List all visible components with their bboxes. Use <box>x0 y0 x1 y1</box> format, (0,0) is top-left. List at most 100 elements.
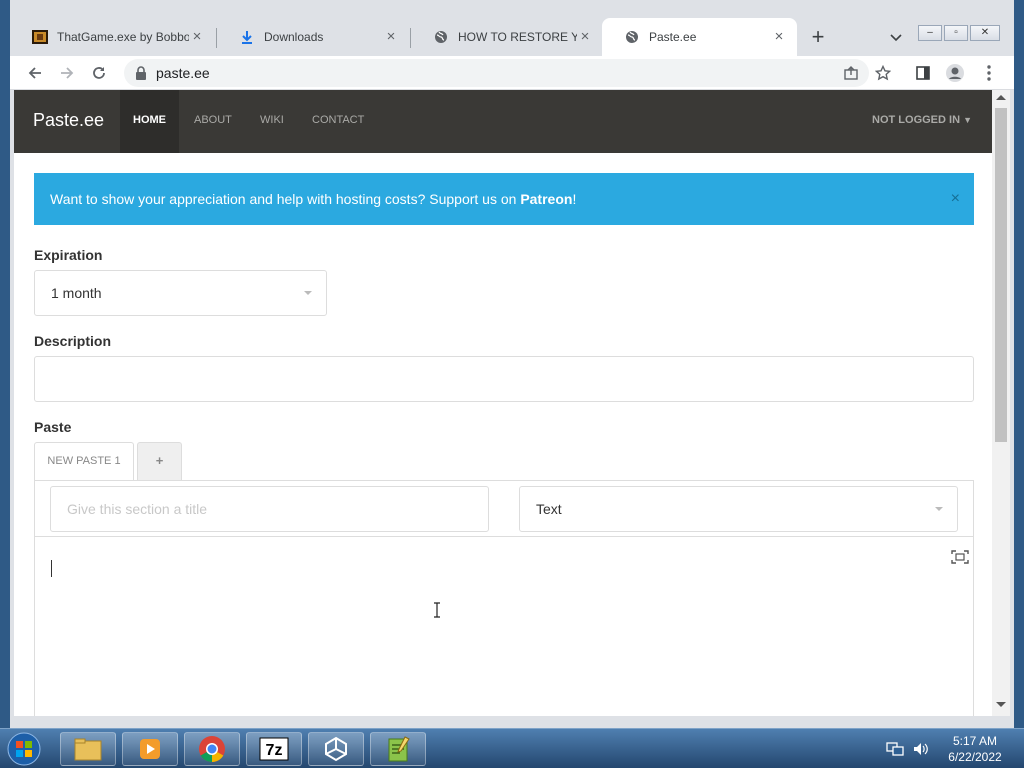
media-player-icon <box>140 739 160 759</box>
user-menu[interactable]: NOT LOGGED IN ▼ <box>872 90 972 153</box>
expiration-label: Expiration <box>34 247 103 263</box>
close-icon[interactable]: × <box>383 29 399 45</box>
maximize-button[interactable]: ▫ <box>944 25 968 41</box>
tab-title: HOW TO RESTORE YOU <box>458 30 577 44</box>
caret-down-icon <box>935 507 943 511</box>
nav-contact[interactable]: CONTACT <box>312 90 364 153</box>
reload-icon <box>93 67 105 79</box>
tab-search-button[interactable] <box>884 24 908 52</box>
text-cursor <box>51 560 52 577</box>
clock-date: 6/22/2022 <box>948 750 1002 764</box>
minimize-button[interactable]: – <box>918 25 942 41</box>
taskbar: 7z 5:17 AM 6/22/2022 <box>0 728 1024 768</box>
section-title-input[interactable] <box>50 486 489 532</box>
tab-thatgame[interactable]: ThatGame.exe by Bobbo × <box>10 18 215 56</box>
system-tray <box>886 735 946 763</box>
scrollbar-thumb[interactable] <box>995 108 1007 442</box>
description-input[interactable] <box>34 356 974 402</box>
unity-icon <box>325 736 347 762</box>
share-icon <box>844 66 858 80</box>
web-page: Paste.ee HOME ABOUT WIKI CONTACT NOT LOG… <box>14 90 992 716</box>
volume-icon[interactable] <box>912 741 930 757</box>
tab-title: Paste.ee <box>649 30 697 44</box>
close-icon[interactable]: × <box>189 29 205 45</box>
site-brand[interactable]: Paste.ee <box>33 110 104 131</box>
chrome-icon <box>199 736 225 763</box>
avatar-icon <box>946 64 964 82</box>
game-icon <box>32 29 48 45</box>
taskbar-7zip[interactable]: 7z <box>246 732 302 766</box>
new-tab-button[interactable]: + <box>804 24 832 52</box>
bookmark-button[interactable] <box>870 60 896 86</box>
profile-button[interactable] <box>942 60 968 86</box>
share-button[interactable] <box>838 60 864 86</box>
side-panel-icon <box>916 66 930 80</box>
banner-suffix: ! <box>572 191 577 207</box>
reload-button[interactable] <box>86 60 112 86</box>
scroll-up-icon[interactable] <box>996 95 1006 100</box>
start-button[interactable] <box>4 731 44 767</box>
paste-section: Text <box>34 480 974 716</box>
close-icon[interactable]: × <box>771 29 787 45</box>
side-panel-button[interactable] <box>910 60 936 86</box>
download-icon <box>239 29 255 45</box>
close-icon[interactable]: × <box>951 173 960 225</box>
lock-icon <box>136 66 146 80</box>
7zip-icon: 7z <box>259 737 289 761</box>
url-text: paste.ee <box>156 65 210 81</box>
scroll-down-icon[interactable] <box>996 702 1006 707</box>
chevron-down-icon <box>890 34 902 42</box>
expiration-value: 1 month <box>51 285 102 301</box>
star-icon <box>875 65 891 81</box>
clock-time: 5:17 AM <box>952 734 998 748</box>
caret-down-icon <box>304 291 312 295</box>
nav-home[interactable]: HOME <box>120 90 179 153</box>
globe-icon <box>624 29 640 45</box>
taskbar-unity[interactable] <box>308 732 364 766</box>
browser-toolbar: paste.ee <box>10 56 1014 90</box>
close-icon[interactable]: × <box>577 29 593 45</box>
support-banner: Want to show your appreciation and help … <box>34 173 974 225</box>
syntax-select[interactable]: Text <box>519 486 958 532</box>
taskbar-explorer[interactable] <box>60 732 116 766</box>
menu-button[interactable] <box>976 60 1002 86</box>
tab-new-paste-1[interactable]: NEW PASTE 1 <box>34 442 134 480</box>
taskbar-media-player[interactable] <box>122 732 178 766</box>
back-button[interactable] <box>22 60 48 86</box>
tab-title: ThatGame.exe by Bobbo <box>57 30 189 44</box>
tab-restore[interactable]: HOW TO RESTORE YOU × <box>411 18 603 56</box>
network-icon[interactable] <box>886 741 904 757</box>
address-bar[interactable]: paste.ee <box>124 59 869 87</box>
close-window-button[interactable]: ✕ <box>970 25 1000 41</box>
paste-editor[interactable] <box>35 538 973 716</box>
banner-text: Want to show your appreciation and help … <box>50 191 521 207</box>
patreon-link[interactable]: Patreon <box>520 191 572 207</box>
tab-downloads[interactable]: Downloads × <box>217 18 409 56</box>
user-menu-label: NOT LOGGED IN <box>872 114 961 126</box>
globe-icon <box>433 29 449 45</box>
folder-icon <box>74 738 102 761</box>
windows-logo-icon <box>7 732 41 766</box>
window-controls: – ▫ ✕ <box>916 25 1000 41</box>
fullscreen-icon[interactable] <box>951 550 969 564</box>
tab-strip: ThatGame.exe by Bobbo × Downloads × HOW … <box>10 16 1014 56</box>
ibeam-cursor-icon <box>434 602 440 618</box>
tab-pastee[interactable]: Paste.ee × <box>602 18 797 56</box>
syntax-value: Text <box>536 501 562 517</box>
kebab-menu-icon <box>987 65 991 81</box>
svg-text:7z: 7z <box>266 742 283 759</box>
site-navbar: Paste.ee HOME ABOUT WIKI CONTACT NOT LOG… <box>14 90 992 153</box>
forward-button[interactable] <box>54 60 80 86</box>
system-clock[interactable]: 5:17 AM 6/22/2022 <box>940 733 1010 765</box>
description-label: Description <box>34 333 112 349</box>
arrow-left-icon <box>28 67 41 79</box>
nav-about[interactable]: ABOUT <box>194 90 232 153</box>
taskbar-notepad[interactable] <box>370 732 426 766</box>
expiration-select[interactable]: 1 month <box>34 270 327 316</box>
paste-label: Paste <box>34 419 72 435</box>
nav-wiki[interactable]: WIKI <box>260 90 284 153</box>
caret-down-icon: ▼ <box>963 115 972 125</box>
add-paste-tab-button[interactable]: + <box>137 442 182 480</box>
page-scrollbar[interactable] <box>992 90 1010 716</box>
taskbar-chrome[interactable] <box>184 732 240 766</box>
